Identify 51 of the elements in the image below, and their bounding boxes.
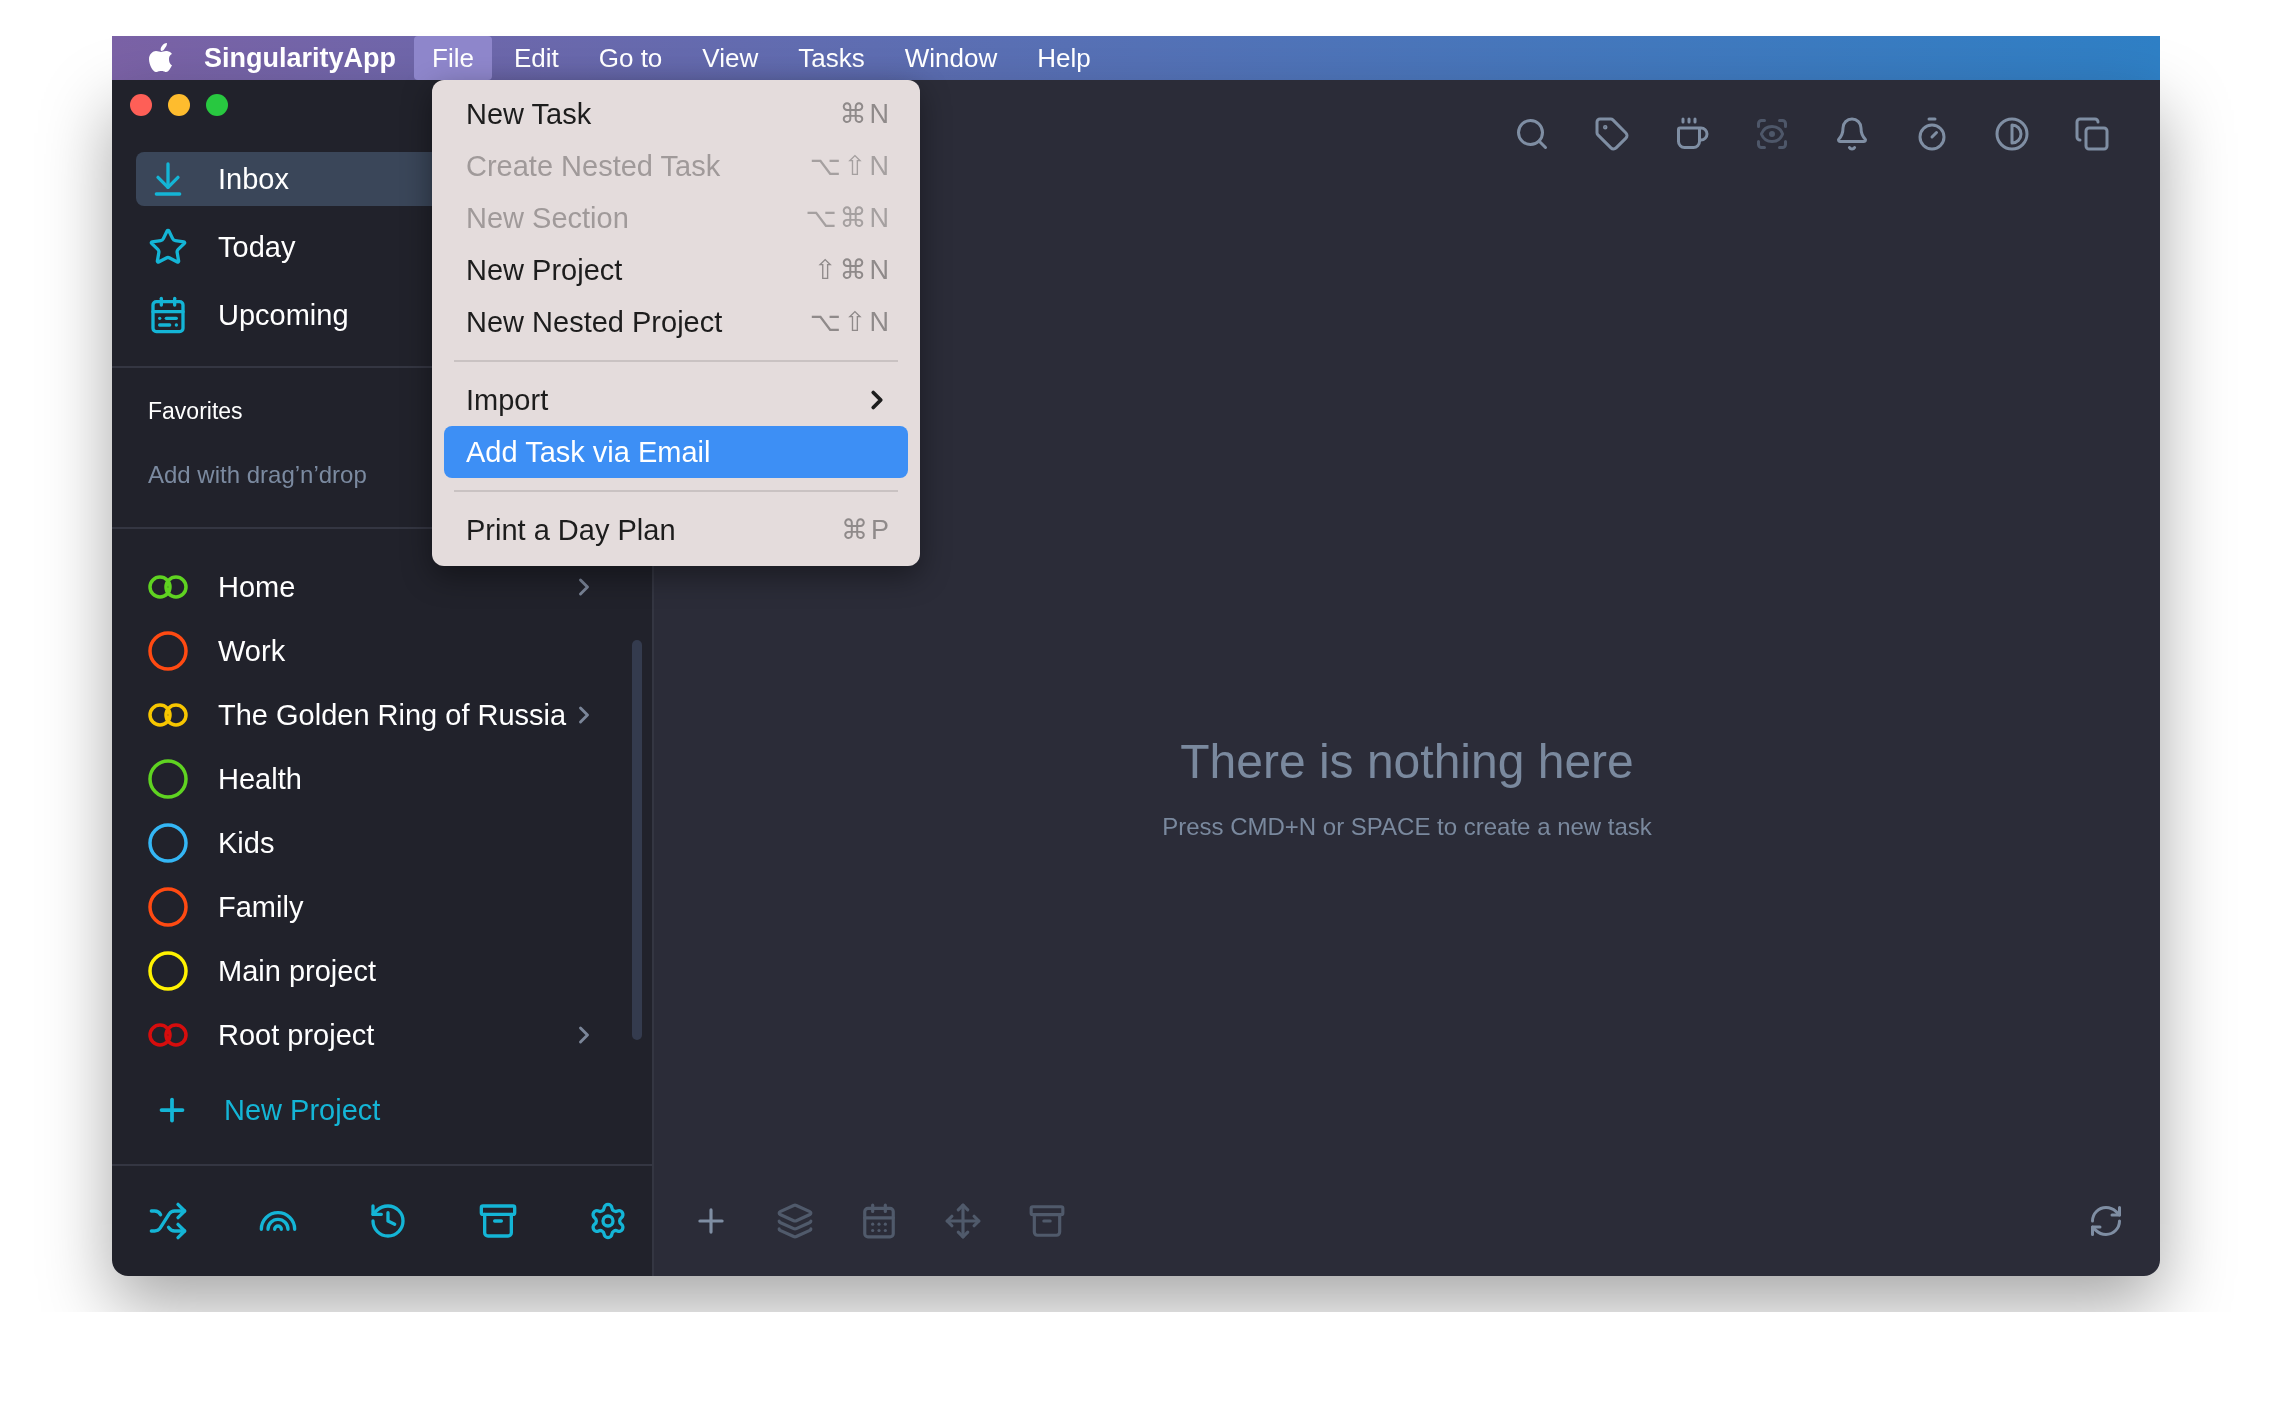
scrollbar[interactable] [632,640,642,1040]
settings-icon[interactable] [588,1201,628,1241]
section-title: Favorites [148,398,243,425]
history-icon[interactable] [368,1201,408,1241]
menu-item[interactable]: New Nested Project ⌥⇧N [444,296,908,348]
menu-item[interactable]: Import [444,374,908,426]
menu-item[interactable]: New Task ⌘N [444,88,908,140]
zoom-button[interactable] [206,94,228,116]
shuffle-icon[interactable] [148,1201,188,1241]
ring-icon [148,759,188,799]
double-ring-icon [148,703,188,727]
menu-title[interactable]: View [684,36,777,80]
menu-title[interactable]: Tasks [780,36,883,80]
tag-icon[interactable] [1594,116,1630,152]
empty-state-title: There is nothing here [1180,733,1634,789]
menu-item[interactable]: Print a Day Plan ⌘P [444,504,908,556]
star-icon [148,227,188,267]
project-item[interactable]: Kids [148,811,598,875]
apple-logo-icon [148,43,174,73]
sync-icon[interactable] [2088,1203,2124,1239]
calendar-icon [148,295,188,335]
project-item[interactable]: Root project [148,1003,598,1067]
minimize-button[interactable] [168,94,190,116]
double-ring-icon [148,575,188,599]
project-item[interactable]: Main project [148,939,598,1003]
menu-title[interactable]: Window [886,36,1016,80]
bell-icon[interactable] [1834,116,1870,152]
double-ring-icon [148,1023,188,1047]
project-item[interactable]: Home [148,555,598,619]
ring-icon [148,823,188,863]
favorites-hint: Add with drag’n’drop [148,461,367,489]
copy-icon[interactable] [2074,116,2110,152]
app-name: SingularityApp [203,42,397,74]
project-item[interactable]: The Golden Ring of Russia [148,683,598,747]
archive-icon[interactable] [478,1201,518,1241]
new-project-button[interactable]: New Project [148,1075,652,1145]
ring-icon [148,631,188,671]
project-item[interactable]: Health [148,747,598,811]
menu-title[interactable]: Edit [495,36,577,80]
ring-icon [148,951,188,991]
menu-title[interactable]: Go to [580,36,681,80]
search-icon[interactable] [1514,116,1550,152]
ring-icon [148,887,188,927]
empty-state-subtitle: Press CMD+N or SPACE to create a new task [1162,812,1652,841]
menu-item[interactable]: New Project ⇧⌘N [444,244,908,296]
contrast-icon[interactable] [1994,116,2030,152]
project-item[interactable]: Family [148,875,598,939]
close-button[interactable] [130,94,152,116]
menu-title[interactable]: Help [1019,36,1109,80]
project-item[interactable]: Work [148,619,598,683]
coffee-cup-icon[interactable] [1674,116,1710,152]
